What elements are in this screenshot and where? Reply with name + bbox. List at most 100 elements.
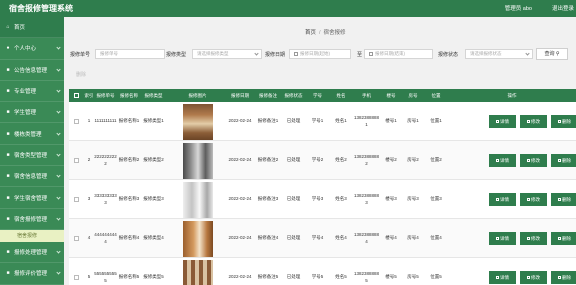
cell-no: 5555555555 <box>94 271 117 283</box>
calendar-icon <box>294 52 298 56</box>
delete-icon <box>558 159 561 162</box>
cell-sid: 学号2 <box>311 157 324 163</box>
delete-button[interactable]: 删除 <box>551 193 576 206</box>
cell-bld: 楼号1 <box>385 118 397 124</box>
cell-bld: 楼号5 <box>385 274 397 280</box>
delete-button[interactable]: 删除 <box>551 115 576 128</box>
cell-pos: 位置1 <box>430 118 442 124</box>
sidebar-item-label: 公告信息管理 <box>14 67 48 74</box>
detail-button[interactable]: 详情 <box>489 271 516 284</box>
edit-button-label: 修改 <box>531 197 540 202</box>
repair-status-select[interactable]: 请选择报修状态 <box>465 49 533 59</box>
cell-status: 已处理 <box>286 157 301 163</box>
logout-link[interactable]: 退出登录 <box>552 4 574 12</box>
select-all-checkbox[interactable] <box>74 93 79 98</box>
cell-no: 2222222222 <box>94 154 117 166</box>
cell-name: 报修名称5 <box>118 274 140 280</box>
sidebar-item-7[interactable]: ■ 宿舍信息管理 <box>0 166 64 188</box>
cell-remark: 报修备注2 <box>257 157 279 163</box>
sidebar-item-8[interactable]: ■ 学生宿舍管理 <box>0 187 64 209</box>
table-row: 4 4444444444 报修名称4 报修类型4 2022-02-24 报修备注4 已处理学… <box>69 219 576 258</box>
date-range-to-label: 至 <box>357 52 363 58</box>
edit-button[interactable]: 修改 <box>520 115 547 128</box>
cell-sid: 学号5 <box>311 274 324 280</box>
sidebar-item-4[interactable]: ■ 学生管理 <box>0 102 64 124</box>
book-icon: ■ <box>6 88 10 95</box>
edit-button[interactable]: 修改 <box>520 154 547 167</box>
repair-image <box>182 220 213 257</box>
delete-button[interactable]: 删除 <box>551 271 576 284</box>
cell-remark: 报修备注3 <box>257 196 279 202</box>
edit-button[interactable]: 修改 <box>520 193 547 206</box>
column-header: 操作 <box>507 93 517 98</box>
cell-pos: 位置4 <box>430 235 442 241</box>
search-button[interactable]: 查询 ⚲ <box>536 48 568 60</box>
repair-type-select[interactable]: 请选择报修类型 <box>192 49 262 59</box>
detail-icon <box>496 237 499 240</box>
cell-bld: 楼号2 <box>385 157 397 163</box>
cell-name: 报修名称3 <box>118 196 140 202</box>
edit-icon <box>527 276 530 279</box>
cell-room: 房号1 <box>407 118 419 124</box>
table-row: 2 2222222222 报修名称2 报修类型2 2022-02-24 报修备注2 已处理学… <box>69 141 576 180</box>
detail-button[interactable]: 详情 <box>489 115 516 128</box>
sidebar-item-5[interactable]: ■ 楼栋类管理 <box>0 123 64 145</box>
chevron-down-icon <box>56 270 61 275</box>
sidebar-item-9[interactable]: ■ 宿舍报修管理 <box>0 209 64 230</box>
sidebar-item-3[interactable]: ■ 专业管理 <box>0 81 64 103</box>
repair-date-end-input[interactable]: 报修日期(结束) <box>364 49 433 59</box>
column-header: 报修单号 <box>96 93 115 98</box>
cell-phone: 13823888883 <box>353 193 380 205</box>
column-header: 报修类型 <box>144 93 163 98</box>
table-row: 3 3333333333 报修名称3 报修类型3 2022-02-24 报修备注3 已处理学… <box>69 180 576 219</box>
column-header: 报修日期 <box>231 93 249 98</box>
cell-remark: 报修备注5 <box>257 274 279 280</box>
edit-icon <box>527 120 530 123</box>
chevron-down-icon <box>56 67 61 72</box>
sidebar-item-label: 首页 <box>14 25 26 32</box>
row-checkbox[interactable] <box>74 236 79 241</box>
repair-date-start-input[interactable]: 报修日期(起始) <box>289 49 351 59</box>
row-checkbox[interactable] <box>74 119 79 124</box>
repair-icon: ■ <box>6 215 10 222</box>
cell-pos: 位置3 <box>430 196 442 202</box>
batch-delete-button[interactable]: 删除 <box>76 71 86 78</box>
sidebar-subitem-repair[interactable]: 宿舍报修 <box>0 229 64 242</box>
cell-date: 2022-02-24 <box>228 235 252 241</box>
table-row: 5 5555555555 报修名称5 报修类型5 2022-02-24 报修备注5 已处理学… <box>69 258 576 285</box>
repair-no-input[interactable]: 报修单号 <box>95 49 165 59</box>
repair-type-label: 报修类型 <box>166 52 187 58</box>
sidebar-item-2[interactable]: ■ 公告信息管理 <box>0 60 64 81</box>
detail-button[interactable]: 详情 <box>489 193 516 206</box>
sidebar-item-1[interactable]: ● 个人中心 <box>0 38 64 60</box>
sidebar-subitem-label: 宿舍报修 <box>17 233 38 240</box>
chevron-down-icon <box>56 194 61 200</box>
delete-button[interactable]: 删除 <box>551 232 576 245</box>
row-checkbox[interactable] <box>74 197 79 202</box>
building-icon: ■ <box>6 130 10 137</box>
search-icon: ⚲ <box>555 51 560 57</box>
repair-date-start-placeholder: 报修日期(起始) <box>300 51 330 56</box>
sidebar-item-label: 楼栋类管理 <box>14 131 42 138</box>
edit-button[interactable]: 修改 <box>520 271 547 284</box>
breadcrumb-home[interactable]: 首页 <box>305 30 316 36</box>
detail-icon <box>496 159 499 162</box>
sidebar-item-label: 宿舍报修管理 <box>14 216 48 223</box>
detail-button-label: 详情 <box>500 119 509 124</box>
delete-button[interactable]: 删除 <box>551 154 576 167</box>
cell-remark: 报修备注1 <box>257 118 279 124</box>
dorm-info-icon: ■ <box>6 173 10 180</box>
row-checkbox[interactable] <box>74 275 79 280</box>
edit-button[interactable]: 修改 <box>520 232 547 245</box>
delete-button-label: 删除 <box>562 119 571 124</box>
sidebar-item-after-0[interactable]: ■ 报修处理管理 <box>0 242 64 264</box>
detail-icon <box>496 276 499 279</box>
repair-image <box>182 142 213 179</box>
sidebar-item-6[interactable]: ■ 宿舍类型管理 <box>0 145 64 167</box>
detail-icon <box>496 120 499 123</box>
sidebar-item-after-1[interactable]: ■ 报修评价管理 <box>0 263 64 285</box>
detail-button[interactable]: 详情 <box>489 232 516 245</box>
row-checkbox[interactable] <box>74 158 79 163</box>
detail-button[interactable]: 详情 <box>489 154 516 167</box>
sidebar-item-0[interactable]: ⌂ 首页 <box>0 17 64 39</box>
